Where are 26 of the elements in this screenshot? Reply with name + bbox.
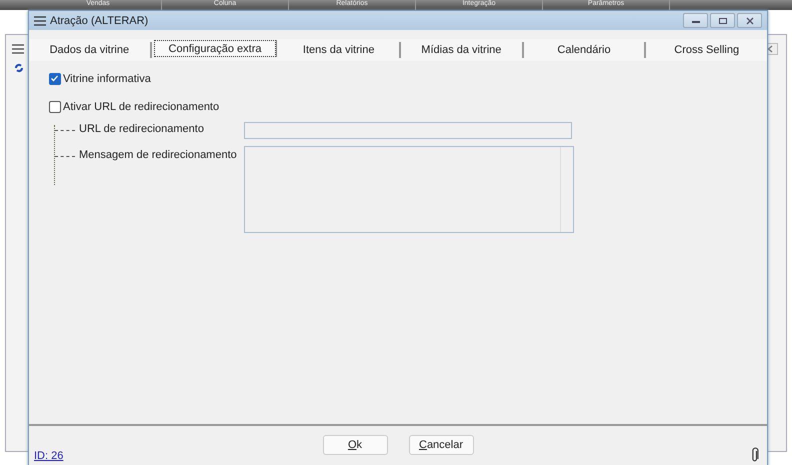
maximize-button[interactable] bbox=[710, 13, 735, 28]
tab[interactable]: Mídias da vitrine bbox=[401, 42, 524, 58]
menu-icon[interactable] bbox=[34, 16, 46, 26]
checkbox-label: Ativar URL de redirecionamento bbox=[63, 101, 220, 113]
field-label: URL de redirecionamento bbox=[79, 123, 205, 135]
url-input-field[interactable] bbox=[244, 122, 572, 139]
field-label: Mensagem de redirecionamento bbox=[79, 149, 238, 161]
tab[interactable]: Calendário bbox=[524, 42, 646, 58]
close-button[interactable] bbox=[737, 13, 762, 28]
menu-icon[interactable] bbox=[12, 44, 24, 54]
checkbox-label: Vitrine informativa bbox=[63, 73, 151, 85]
ok-button[interactable]: Ok bbox=[322, 435, 388, 455]
paperclip-icon[interactable] bbox=[751, 447, 759, 463]
maximize-icon bbox=[718, 16, 728, 24]
window-title: Atração (ALTERAR) bbox=[50, 14, 148, 26]
tab[interactable]: Configuração extra bbox=[154, 40, 276, 57]
checkbox[interactable] bbox=[49, 101, 61, 113]
checkbox[interactable] bbox=[49, 73, 61, 85]
tab[interactable]: Dados da vitrine bbox=[29, 42, 152, 58]
close-icon bbox=[744, 16, 754, 24]
cancel-button[interactable]: Cancelar bbox=[408, 435, 474, 455]
tab[interactable]: Itens da vitrine bbox=[278, 42, 402, 58]
minimize-button[interactable] bbox=[683, 13, 708, 28]
refresh-icon[interactable] bbox=[14, 63, 24, 73]
tab[interactable]: Cross Selling bbox=[646, 42, 768, 58]
id-link[interactable]: ID: 26 bbox=[34, 450, 64, 462]
